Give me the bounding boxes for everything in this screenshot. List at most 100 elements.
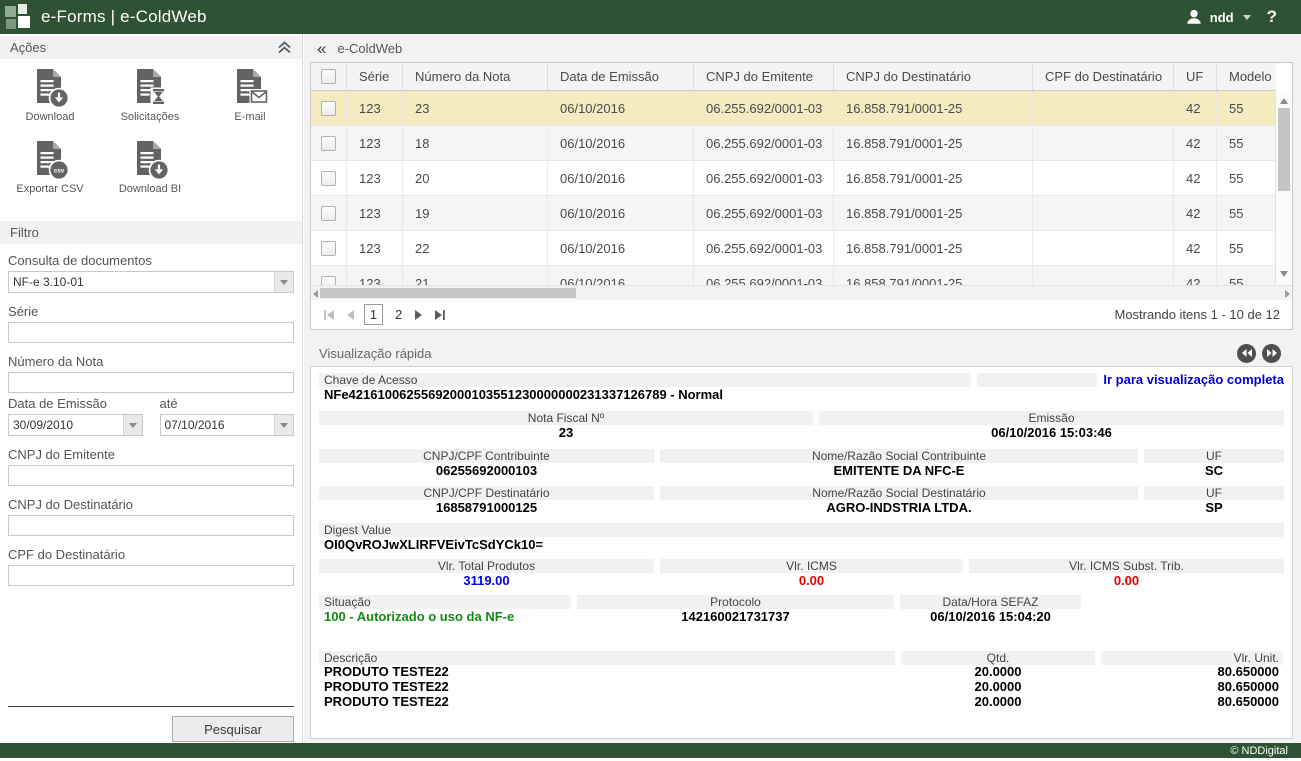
consulta-select[interactable]: NF-e 3.10-01	[8, 271, 294, 293]
row-checkbox[interactable]	[321, 136, 336, 151]
cell-data: 06/10/2016	[548, 231, 694, 265]
col-modelo[interactable]: Modelo	[1217, 63, 1276, 90]
quickview-prev-button[interactable]	[1237, 344, 1256, 363]
tab-bar: « e-ColdWeb	[304, 34, 1301, 62]
row-checkbox[interactable]	[321, 101, 336, 116]
collapse-sidebar-icon[interactable]: «	[317, 40, 326, 57]
dropdown-arrow-icon[interactable]	[274, 272, 293, 292]
cell-modelo: 55	[1217, 196, 1276, 230]
dropdown-arrow-icon[interactable]	[274, 415, 293, 435]
actions-panel-header: Ações	[0, 36, 302, 59]
col-cpf-destinatario[interactable]: CPF do Destinatário	[1033, 63, 1174, 90]
cnpj-destinatario-label: CNPJ/CPF Destinatário	[319, 486, 654, 500]
pager: 1 2 Mostrando itens 1 - 10 de 12	[311, 300, 1292, 329]
scroll-down-icon[interactable]	[1280, 271, 1288, 277]
download-bi-button[interactable]: Download BI	[118, 139, 182, 195]
scroll-right-icon[interactable]	[1285, 290, 1290, 298]
app-title: e-Forms | e-ColdWeb	[41, 7, 207, 27]
actions-toolbar: Download Solicitações E-mail	[0, 59, 302, 199]
cnpj-contribuinte-value: 06255692000103	[319, 463, 654, 479]
col-cnpj-emitente[interactable]: CNPJ do Emitente	[694, 63, 834, 90]
col-cnpj-destinatario[interactable]: CNPJ do Destinatário	[834, 63, 1033, 90]
user-icon	[1185, 8, 1203, 26]
cell-uf: 42	[1174, 196, 1217, 230]
email-button[interactable]: E-mail	[218, 67, 282, 123]
cell-modelo: 55	[1217, 231, 1276, 265]
download-button[interactable]: Download	[18, 67, 82, 123]
documents-grid: Série Número da Nota Data de Emissão CNP…	[310, 62, 1293, 330]
table-row[interactable]: 123 21 06/10/2016 06.255.692/0001-03 16.…	[311, 266, 1276, 285]
svg-text:csv: csv	[54, 167, 65, 174]
page-1-button[interactable]: 1	[364, 304, 383, 325]
user-menu[interactable]: ndd	[1185, 8, 1251, 26]
nome-destinatario-label: Nome/Razão Social Destinatário	[660, 486, 1138, 500]
produto-descricao: PRODUTO TESTE22	[319, 665, 895, 680]
protocolo-label: Protocolo	[577, 595, 894, 609]
cnpj-emitente-input[interactable]	[8, 465, 294, 486]
vlr-icms-label: Vlr. ICMS	[660, 559, 963, 573]
vlr-unit-col: Vlr. Unit.	[1101, 651, 1283, 665]
row-checkbox[interactable]	[321, 171, 336, 186]
cell-modelo: 55	[1217, 161, 1276, 195]
cell-cnpj-destinatario: 16.858.791/0001-25	[834, 196, 1033, 230]
row-checkbox[interactable]	[321, 241, 336, 256]
row-checkbox[interactable]	[321, 276, 336, 286]
vertical-scrollbar[interactable]	[1275, 91, 1292, 285]
cell-data: 06/10/2016	[548, 91, 694, 125]
cell-uf: 42	[1174, 126, 1217, 160]
collapse-panel-icon[interactable]	[277, 41, 292, 54]
main-content: « e-ColdWeb Série Número da Nota Data de…	[304, 34, 1301, 743]
data-ate-value: 07/10/2016	[161, 415, 275, 435]
dropdown-arrow-icon[interactable]	[123, 415, 142, 435]
cell-cpf-destinatario	[1033, 196, 1174, 230]
cell-cpf-destinatario	[1033, 231, 1174, 265]
action-label: E-mail	[234, 111, 265, 123]
row-checkbox[interactable]	[321, 206, 336, 221]
first-page-button[interactable]	[323, 309, 336, 321]
col-serie[interactable]: Série	[347, 63, 403, 90]
table-row[interactable]: 123 19 06/10/2016 06.255.692/0001-03 16.…	[311, 196, 1276, 231]
chave-acesso-value: NFe4216100625569200010355123000000023133…	[319, 387, 723, 403]
quickview-title: Visualização rápida	[319, 346, 432, 361]
scroll-left-icon[interactable]	[313, 290, 318, 298]
cnpj-destinatario-input[interactable]	[8, 515, 294, 536]
help-button[interactable]: ?	[1267, 7, 1277, 27]
quickview-next-button[interactable]	[1262, 344, 1281, 363]
scroll-up-icon[interactable]	[1280, 98, 1288, 104]
cell-serie: 123	[347, 231, 403, 265]
table-row[interactable]: 123 20 06/10/2016 06.255.692/0001-03 16.…	[311, 161, 1276, 196]
numero-nota-input[interactable]	[8, 372, 294, 393]
cell-data: 06/10/2016	[548, 126, 694, 160]
cell-numero: 20	[403, 161, 548, 195]
serie-input[interactable]	[8, 322, 294, 343]
next-page-button[interactable]	[414, 309, 424, 321]
vlr-icms-st-label: Vlr. ICMS Subst. Trib.	[969, 559, 1284, 573]
vertical-scroll-thumb[interactable]	[1278, 108, 1290, 191]
horizontal-scrollbar[interactable]	[311, 285, 1292, 300]
ate-label: até	[160, 396, 295, 411]
table-row[interactable]: 123 22 06/10/2016 06.255.692/0001-03 16.…	[311, 231, 1276, 266]
col-data-emissao[interactable]: Data de Emissão	[548, 63, 694, 90]
data-emissao-picker[interactable]: 30/09/2010	[8, 414, 143, 436]
table-row[interactable]: 123 18 06/10/2016 06.255.692/0001-03 16.…	[311, 126, 1276, 161]
grid-header-row: Série Número da Nota Data de Emissão CNP…	[311, 63, 1276, 91]
cpf-destinatario-input[interactable]	[8, 565, 294, 586]
table-row[interactable]: 123 23 06/10/2016 06.255.692/0001-03 16.…	[311, 91, 1276, 126]
col-numero[interactable]: Número da Nota	[403, 63, 548, 90]
prev-page-button[interactable]	[345, 309, 355, 321]
col-uf[interactable]: UF	[1174, 63, 1217, 90]
pesquisar-button[interactable]: Pesquisar	[172, 716, 294, 742]
cell-serie: 123	[347, 196, 403, 230]
horizontal-scroll-thumb[interactable]	[320, 288, 576, 298]
last-page-button[interactable]	[433, 309, 446, 321]
solicitacoes-button[interactable]: Solicitações	[118, 67, 182, 123]
document-download-icon	[30, 67, 70, 109]
page-2-button[interactable]: 2	[392, 307, 405, 322]
data-ate-picker[interactable]: 07/10/2016	[160, 414, 295, 436]
visualizacao-completa-link[interactable]: Ir para visualização completa	[1103, 373, 1284, 387]
select-all-checkbox[interactable]	[321, 69, 336, 84]
pager-status: Mostrando itens 1 - 10 de 12	[1115, 307, 1281, 322]
cell-cnpj-destinatario: 16.858.791/0001-25	[834, 161, 1033, 195]
tab-ecoldweb[interactable]: e-ColdWeb	[337, 41, 402, 56]
exportar-csv-button[interactable]: csv Exportar CSV	[16, 139, 83, 195]
